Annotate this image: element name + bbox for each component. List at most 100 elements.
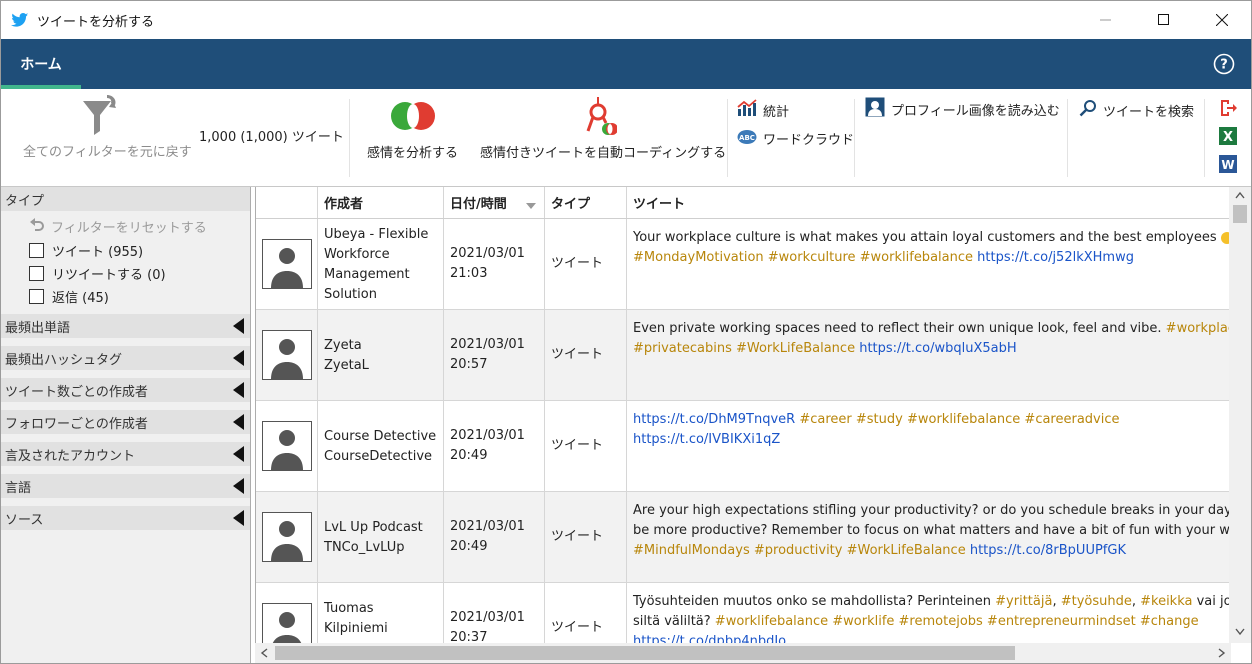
stats-button[interactable]: 統計 <box>737 99 789 121</box>
horizontal-scrollbar[interactable] <box>255 643 1231 663</box>
tweet-link[interactable]: https://t.co/8rBpUUPfGK <box>970 543 1126 558</box>
scroll-left-arrow-icon[interactable] <box>260 648 268 661</box>
hashtags[interactable]: #MindfulMondays #productivity #WorkLifeB… <box>633 543 970 558</box>
export-icon[interactable] <box>1219 99 1237 121</box>
type-cell: ツイート <box>545 310 627 400</box>
window-title: ツイートを分析する <box>37 14 155 30</box>
maximize-button[interactable] <box>1135 1 1193 39</box>
excel-icon[interactable]: X <box>1219 127 1237 149</box>
title-bar: ツイートを分析する <box>1 1 1251 39</box>
filter-section-top-hashtags[interactable]: 最頻出ハッシュタグ <box>1 346 250 370</box>
hashtag[interactable]: #yrittäjä <box>995 594 1052 609</box>
expand-triangle-icon[interactable] <box>233 446 244 462</box>
analyze-sentiment-button[interactable]: 感情を分析する <box>363 97 467 167</box>
author-name: Tuomas <box>324 601 374 616</box>
scroll-up-arrow-icon[interactable] <box>1235 191 1245 202</box>
horizontal-scroll-thumb[interactable] <box>275 646 1015 660</box>
search-tweets-button[interactable]: ツイートを検索 <box>1079 99 1194 121</box>
checkbox[interactable] <box>29 266 44 281</box>
analyze-sentiment-label: 感情を分析する <box>367 146 459 161</box>
hashtags[interactable]: #workplac <box>1166 321 1232 336</box>
avatar-cell <box>256 401 318 491</box>
table-row[interactable]: Course Detective CourseDetective 2021/03… <box>256 401 1232 492</box>
tweets-grid: 作成者 日付/時間 タイプ ツイート Ubeya - Flexible Work… <box>255 187 1251 663</box>
reset-filters-button[interactable]: 全てのフィルターを元に戻す <box>19 95 192 165</box>
scroll-down-arrow-icon[interactable] <box>1235 628 1245 639</box>
tweet-cell: https://t.co/DhM9TnqveR #career #study #… <box>627 401 1232 491</box>
tweet-link[interactable]: https://t.co/j52lkXHmwg <box>977 250 1134 265</box>
expand-triangle-icon[interactable] <box>233 318 244 334</box>
expand-triangle-icon[interactable] <box>233 478 244 494</box>
hashtag[interactable]: #keikka <box>1140 594 1192 609</box>
tweet-link[interactable]: https://t.co/IVBIKXi1qZ <box>633 432 780 447</box>
filter-section-authors-by-followers[interactable]: フォロワーごとの作成者 <box>1 410 250 434</box>
grid-header: 作成者 日付/時間 タイプ ツイート <box>256 187 1232 219</box>
filter-section-label: フォロワーごとの作成者 <box>5 416 148 432</box>
undo-icon <box>29 217 45 235</box>
hashtags[interactable]: #MondayMotivation #workculture #worklife… <box>633 250 977 265</box>
help-icon[interactable]: ? <box>1213 53 1235 75</box>
hashtags[interactable]: #worklifebalance #worklife #remotejobs #… <box>715 614 1199 629</box>
checkbox[interactable] <box>29 243 44 258</box>
svg-text:W: W <box>1221 158 1234 172</box>
author-cell: Zyeta ZyetaL <box>318 310 444 400</box>
column-header-avatar[interactable] <box>256 187 318 218</box>
expand-triangle-icon[interactable] <box>233 350 244 366</box>
wordcloud-button[interactable]: ABC ワードクラウド <box>737 127 854 149</box>
date: 2021/03/01 <box>450 610 525 625</box>
time: 20:49 <box>450 448 488 463</box>
author-name: Workforce <box>324 247 390 262</box>
column-header-label: 日付/時間 <box>450 197 507 212</box>
filter-section-source[interactable]: ソース <box>1 506 250 530</box>
expand-triangle-icon[interactable] <box>233 510 244 526</box>
autocode-sentiment-button[interactable]: 感情付きツイートを自動コーディングする <box>477 95 726 167</box>
expand-triangle-icon[interactable] <box>233 382 244 398</box>
filter-option-reply[interactable]: 返信 (45) <box>1 285 250 308</box>
table-row[interactable]: Ubeya - Flexible Workforce Management So… <box>256 219 1232 310</box>
filter-section-language[interactable]: 言語 <box>1 474 250 498</box>
filter-section-authors-by-tweets[interactable]: ツイート数ごとの作成者 <box>1 378 250 402</box>
tweet-text: Are your high expectations stifling your… <box>633 503 1232 518</box>
vertical-scrollbar[interactable] <box>1229 187 1251 643</box>
tweet-link[interactable]: https://t.co/wbqluX5abH <box>859 341 1016 356</box>
filter-option-label: ツイート (955) <box>52 245 144 260</box>
filter-option-tweet[interactable]: ツイート (955) <box>1 239 250 262</box>
search-icon <box>1079 99 1097 121</box>
funnel-icon <box>81 95 121 141</box>
word-icon[interactable]: W <box>1219 155 1237 177</box>
ribbon-tab-strip: ホーム ? <box>1 39 1251 89</box>
table-row[interactable]: LvL Up Podcast TNCo_LvLUp 2021/03/01 20:… <box>256 492 1232 583</box>
column-header-type[interactable]: タイプ <box>545 187 627 218</box>
hashtag[interactable]: #työsuhde <box>1061 594 1132 609</box>
reset-filter-label: フィルターをリセットする <box>51 220 207 236</box>
table-row[interactable]: Zyeta ZyetaL 2021/03/01 20:57 ツイート Even … <box>256 310 1232 401</box>
reset-filters-label: 全てのフィルターを元に戻す <box>23 145 192 160</box>
column-header-datetime[interactable]: 日付/時間 <box>444 187 545 218</box>
checkbox[interactable] <box>29 289 44 304</box>
filter-section-type[interactable]: タイプ <box>1 187 250 211</box>
scroll-right-arrow-icon[interactable] <box>1218 648 1226 661</box>
load-profile-images-button[interactable]: プロフィール画像を読み込む <box>865 97 1060 121</box>
hashtags[interactable]: #career #study #worklifebalance #careera… <box>799 412 1119 427</box>
column-header-tweet[interactable]: ツイート <box>627 187 1232 218</box>
tweet-text: siltä väliltä? <box>633 614 715 629</box>
tweet-link[interactable]: https://t.co/DhM9TnqveR <box>633 412 799 427</box>
expand-triangle-icon[interactable] <box>233 414 244 430</box>
profile-image-icon <box>865 97 885 121</box>
hashtags[interactable]: #privatecabins #WorkLifeBalance <box>633 341 859 356</box>
close-button[interactable] <box>1193 1 1251 39</box>
filter-section-label: 最頻出単語 <box>5 320 71 336</box>
reset-filter-link[interactable]: フィルターをリセットする <box>1 213 250 239</box>
filter-section-mentioned-accounts[interactable]: 言及されたアカウント <box>1 442 250 466</box>
minimize-button[interactable] <box>1077 1 1135 39</box>
tweet-cell: Even private working spaces need to refl… <box>627 310 1232 400</box>
column-header-author[interactable]: 作成者 <box>318 187 444 218</box>
twitter-bird-icon <box>11 12 31 28</box>
tab-home[interactable]: ホーム <box>1 39 81 89</box>
filter-section-label: 言及されたアカウント <box>5 448 136 464</box>
vertical-scroll-thumb[interactable] <box>1233 205 1247 223</box>
filter-section-top-words[interactable]: 最頻出単語 <box>1 314 250 338</box>
filter-section-label: ツイート数ごとの作成者 <box>5 384 148 400</box>
sort-descending-icon <box>526 199 536 214</box>
filter-option-retweet[interactable]: リツイートする (0) <box>1 262 250 285</box>
